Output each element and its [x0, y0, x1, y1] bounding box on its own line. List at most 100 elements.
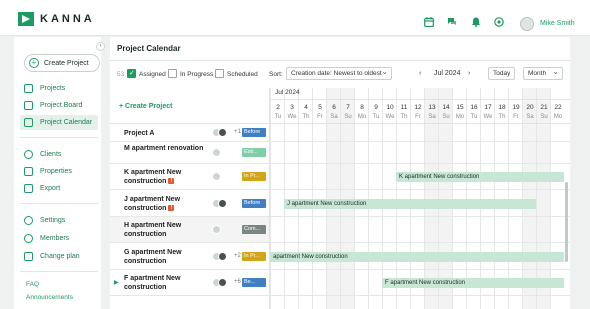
scheduled-checkbox[interactable]: [215, 69, 224, 78]
avatar: [218, 278, 227, 287]
sidebar-item-properties[interactable]: Properties: [20, 164, 98, 179]
schedule-bar[interactable]: apartment New construction: [270, 251, 564, 262]
day-number: 17: [484, 104, 492, 111]
sidebar-item-clients[interactable]: Clients: [20, 147, 98, 162]
scheduled-label[interactable]: Scheduled: [227, 71, 258, 78]
day-number: 21: [540, 104, 548, 111]
avatar: [218, 128, 227, 137]
calendar-icon[interactable]: [424, 17, 434, 27]
project-row[interactable]: ▶ F apartment New construction +6 Be... F ap…: [110, 270, 570, 296]
schedule-bar[interactable]: J apartment New construction: [284, 198, 536, 209]
assignee-avatars[interactable]: [212, 225, 234, 235]
in-progress-label[interactable]: In Progress: [180, 71, 213, 78]
faq-link[interactable]: FAQ: [26, 281, 39, 288]
board-icon: [24, 101, 33, 110]
expand-row-icon[interactable]: ▶: [114, 279, 119, 286]
weekday-label: Su: [344, 114, 352, 120]
main-panel: Project Calendar 53 Assigned In Progress…: [110, 37, 570, 309]
help-icon[interactable]: [494, 17, 504, 27]
in-progress-checkbox[interactable]: [168, 69, 177, 78]
schedule-bar[interactable]: F apartment New construction: [382, 278, 564, 288]
avatar: [218, 198, 227, 208]
calendar-icon: [24, 118, 33, 127]
day-number: 11: [400, 104, 408, 111]
weekday-label: Th: [400, 114, 408, 120]
sidebar-item-projects[interactable]: Projects: [20, 81, 98, 96]
prev-month-button[interactable]: ‹: [419, 70, 421, 77]
chat-icon[interactable]: [447, 17, 457, 27]
weekday-label: Sa: [428, 114, 436, 120]
create-project-link[interactable]: + Create Project: [119, 103, 173, 110]
weekday-label: Mo: [553, 114, 563, 120]
calendar-toolbar: 53 Assigned In Progress Scheduled Sort: …: [110, 67, 570, 81]
day-number: 22: [554, 104, 562, 111]
user-avatar[interactable]: [520, 17, 534, 31]
project-name[interactable]: G apartment New construction: [124, 248, 214, 266]
assignee-avatars[interactable]: [212, 198, 234, 209]
weekday-label: We: [483, 114, 493, 120]
collapse-sidebar-button[interactable]: ›: [96, 42, 105, 51]
projects-icon: [24, 84, 33, 93]
properties-icon: [24, 167, 33, 176]
sidebar-divider: [20, 203, 98, 204]
assignee-avatars[interactable]: +1: [212, 128, 241, 138]
weekday-label: Fr: [317, 114, 323, 120]
today-button[interactable]: Today: [488, 67, 516, 80]
sidebar-item-settings[interactable]: Settings: [20, 213, 98, 228]
brand-name: KANNA: [40, 13, 95, 25]
project-row[interactable]: J apartment New construction! Before J apa…: [110, 190, 570, 217]
assignee-avatars[interactable]: [212, 172, 234, 182]
bell-icon[interactable]: [471, 17, 481, 27]
schedule-bar[interactable]: K apartment New construction: [396, 172, 564, 182]
project-row[interactable]: K apartment New construction! In Pr... K a…: [110, 164, 570, 190]
project-name[interactable]: F apartment New construction: [124, 274, 214, 292]
assigned-checkbox[interactable]: [127, 69, 136, 78]
project-row[interactable]: Project A +1 Before: [110, 124, 570, 142]
user-name[interactable]: Mike Smith: [540, 20, 575, 27]
month-header: Jul 2024: [275, 89, 300, 96]
avatar: [212, 172, 221, 181]
day-number: 18: [498, 104, 506, 111]
create-project-button[interactable]: + Create Project: [24, 54, 100, 72]
sidebar-item-label: Members: [40, 235, 70, 242]
view-select[interactable]: Month: [523, 67, 563, 80]
extra-assignee-count: +1: [234, 129, 241, 135]
project-name[interactable]: M apartment renovation: [124, 144, 214, 153]
next-month-button[interactable]: ›: [468, 70, 470, 77]
sidebar-item-export[interactable]: Export: [20, 181, 98, 196]
sidebar-item-members[interactable]: Members: [20, 231, 98, 246]
project-name[interactable]: Project A: [124, 129, 214, 138]
sidebar-item-label: Export: [40, 185, 61, 192]
sidebar-item-change-plan[interactable]: Change plan: [20, 249, 98, 264]
extra-assignee-count: +2: [234, 252, 241, 259]
project-row[interactable]: M apartment renovation Esti...: [110, 142, 570, 164]
members-icon: [24, 234, 33, 243]
project-name-text: M apartment renovation: [124, 145, 204, 152]
avatar: [218, 251, 227, 261]
sidebar-item-project-calendar[interactable]: Project Calendar: [20, 115, 98, 130]
month-divider: [270, 99, 570, 100]
project-name[interactable]: J apartment New construction!: [124, 195, 214, 213]
assignee-avatars[interactable]: +2: [212, 251, 241, 262]
assignee-avatars[interactable]: +6: [212, 278, 241, 288]
assignee-avatars[interactable]: [212, 148, 234, 158]
project-name[interactable]: K apartment New construction!: [124, 168, 214, 186]
sort-select[interactable]: Creation date: Newest to oldest: [286, 67, 392, 80]
sidebar-item-project-board[interactable]: Project Board: [20, 98, 98, 113]
warning-icon: !: [168, 178, 175, 185]
weekday-label: Sa: [330, 114, 338, 120]
kanna-logo-icon: [18, 12, 34, 26]
weekday-label: Mo: [357, 114, 367, 120]
day-number: 14: [442, 104, 450, 111]
status-badge: Before: [242, 198, 266, 208]
sidebar-divider: [20, 137, 98, 138]
announcements-link[interactable]: Announcements: [26, 294, 73, 301]
logo[interactable]: KANNA: [18, 12, 95, 26]
title-divider: [110, 60, 570, 61]
vertical-scrollbar[interactable]: [565, 182, 568, 262]
weekday-label: We: [287, 114, 297, 120]
project-row[interactable]: H apartment New construction Com...: [110, 217, 570, 243]
project-name[interactable]: H apartment New construction: [124, 221, 214, 239]
project-row[interactable]: G apartment New construction +2 In Pr... ap…: [110, 243, 570, 270]
assigned-label[interactable]: Assigned: [139, 71, 166, 78]
